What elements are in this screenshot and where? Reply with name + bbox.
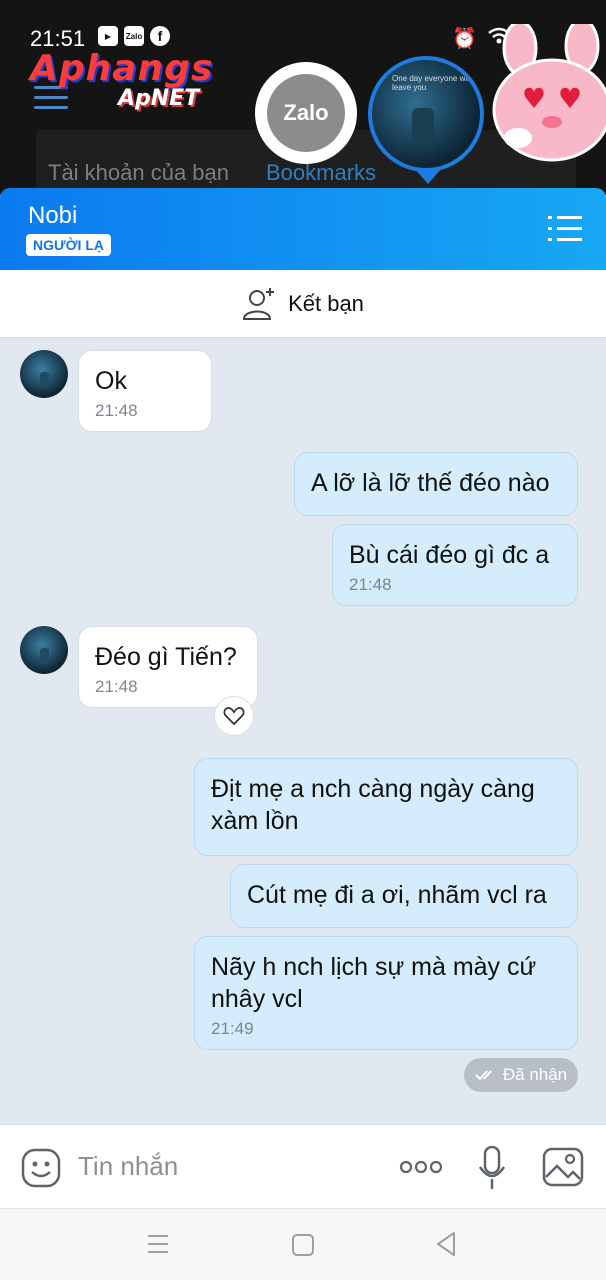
chathead-caption: One day everyone will leave you	[392, 74, 471, 92]
message-time: 21:48	[95, 677, 138, 696]
chathead-figure	[412, 108, 434, 144]
watermark-logo-sub: ApNET	[118, 86, 200, 111]
message-text: Bù cái đéo gì đc a	[349, 541, 550, 569]
message-bubble-outgoing[interactable]: Nãy h nch lịch sự mà mày cứ nhây vcl 21:…	[194, 936, 578, 1050]
youtube-icon: ▶	[98, 26, 118, 46]
home-icon[interactable]	[291, 1233, 315, 1257]
alarm-icon: ⏰	[452, 28, 477, 50]
message-time: 21:48	[349, 575, 392, 594]
microphone-icon[interactable]	[478, 1145, 506, 1191]
message-text-line: nhây vcl	[211, 985, 303, 1013]
list-menu-icon[interactable]	[548, 216, 582, 242]
message-time: 21:48	[95, 401, 138, 420]
stranger-badge: NGƯỜI LẠ	[26, 234, 111, 256]
double-check-icon	[475, 1070, 492, 1081]
message-bubble-outgoing[interactable]: Cút mẹ đi a ơi, nhãm vcl ra	[230, 864, 578, 928]
chat-header: Nobi NGƯỜI LẠ	[0, 188, 606, 270]
zalo-logo-icon: Zalo	[267, 74, 345, 152]
contact-name[interactable]: Nobi	[28, 202, 77, 230]
background-app: 21:51 ▶ Zalo f ⏰ Aphangs ApNET Tài khoản…	[0, 0, 606, 195]
message-bubble-incoming[interactable]: Ok 21:48	[78, 350, 212, 432]
message-text: Cút mẹ đi a ơi, nhãm vcl ra	[247, 881, 547, 909]
emoji-icon[interactable]	[20, 1147, 62, 1189]
back-icon[interactable]	[434, 1231, 458, 1257]
chathead-pointer	[414, 168, 442, 184]
image-icon[interactable]	[542, 1147, 584, 1187]
message-bubble-outgoing[interactable]: Bù cái đéo gì đc a 21:48	[332, 524, 578, 606]
background-tab-bookmarks: Bookmarks	[266, 160, 377, 185]
add-user-icon	[243, 287, 275, 320]
message-text: Ok	[95, 367, 127, 395]
facebook-icon: f	[150, 26, 170, 46]
heart-reaction-button[interactable]	[214, 696, 254, 736]
watermark-logo: Aphangs	[30, 48, 214, 89]
contact-avatar[interactable]	[20, 350, 68, 398]
zalo-chathead[interactable]: Zalo	[255, 62, 357, 164]
message-text-line: Nãy h nch lịch sự mà mày cứ	[211, 953, 537, 981]
recent-apps-icon[interactable]	[146, 1233, 170, 1255]
message-input-bar: Tin nhắn	[0, 1124, 606, 1208]
add-friend-button[interactable]: Kết bạn	[0, 270, 606, 338]
message-bubble-outgoing[interactable]: A lỡ là lỡ thế đéo nào	[294, 452, 578, 516]
add-friend-label: Kết bạn	[288, 290, 364, 316]
contact-chathead[interactable]: One day everyone will leave you	[368, 56, 484, 172]
contact-avatar[interactable]	[20, 626, 68, 674]
background-menu-icon	[34, 86, 68, 110]
message-input[interactable]: Tin nhắn	[78, 1151, 178, 1182]
notification-icons: ▶ Zalo f	[98, 26, 170, 46]
message-text: A lỡ là lỡ thế đéo nào	[311, 469, 550, 497]
system-navigation-bar	[0, 1208, 606, 1280]
message-text-line: xàm lồn	[211, 807, 299, 835]
heart-icon	[223, 707, 245, 726]
message-bubble-outgoing[interactable]: Địt mẹ a nch càng ngày càng xàm lồn	[194, 758, 578, 856]
message-text-line: Địt mẹ a nch càng ngày càng	[211, 775, 535, 803]
delivery-status-text: Đã nhận	[502, 1065, 568, 1084]
message-time: 21:49	[211, 1019, 254, 1038]
more-icon[interactable]	[398, 1157, 444, 1177]
background-tab-account: Tài khoản của bạn	[48, 160, 230, 185]
pink-bunny-sticker	[492, 24, 606, 162]
zalo-notification-icon: Zalo	[124, 26, 144, 46]
message-text: Đéo gì Tiến?	[95, 643, 237, 671]
delivery-status-badge: Đã nhận	[464, 1058, 578, 1092]
